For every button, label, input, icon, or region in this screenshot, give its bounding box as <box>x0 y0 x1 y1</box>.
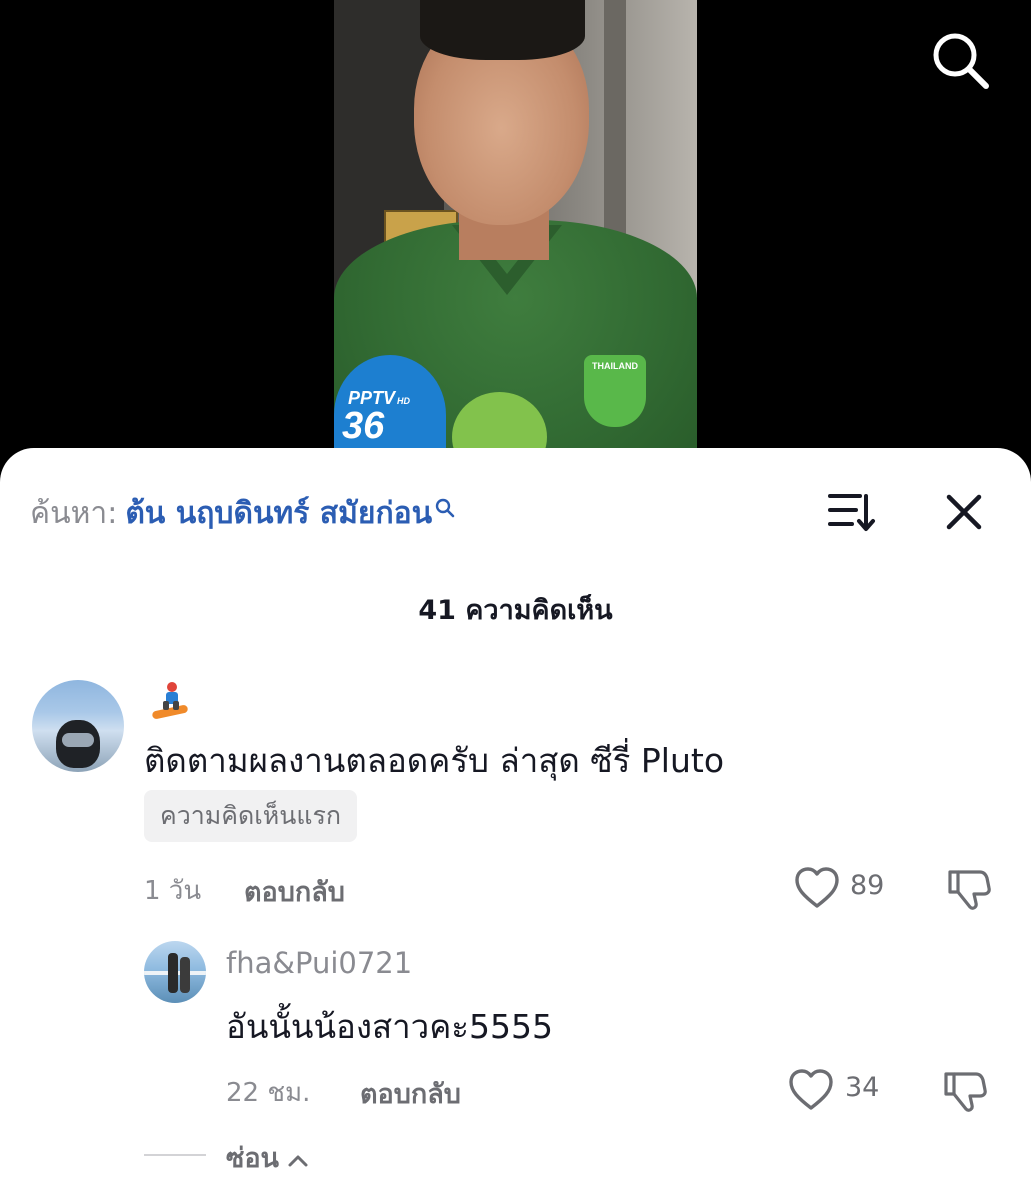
comment-time: 22 ชม. <box>226 1078 311 1108</box>
like-button[interactable] <box>794 866 840 910</box>
comment-username[interactable]: fha&Pui0721 <box>226 946 412 980</box>
hide-replies-label: ซ่อน <box>226 1143 279 1174</box>
hide-replies-divider <box>144 1154 206 1156</box>
like-button[interactable] <box>788 1068 834 1112</box>
person-hair <box>420 0 585 60</box>
comment-username[interactable]: 🏂 <box>150 680 190 724</box>
dislike-button[interactable] <box>946 866 992 910</box>
sheet-header: ค้นหา: ต้น นฤบดินทร์ สมัยก่อน <box>0 448 1031 573</box>
avatar[interactable] <box>32 680 124 772</box>
thumbs-down-icon <box>948 870 991 910</box>
like-count: 89 <box>850 870 885 901</box>
comment-time: 1 วัน <box>144 876 202 906</box>
video-background-pillar <box>604 0 626 260</box>
close-icon <box>946 494 982 530</box>
chevron-up-icon <box>287 1144 309 1175</box>
avatar-person <box>168 953 178 993</box>
related-search[interactable]: ค้นหา: ต้น นฤบดินทร์ สมัยก่อน <box>30 490 456 537</box>
reply-button[interactable]: ตอบกลับ <box>244 870 345 913</box>
shirt-badge-text: THAILAND <box>592 361 638 371</box>
small-search-icon <box>434 492 456 527</box>
first-comment-badge: ความคิดเห็นแรก <box>144 790 358 842</box>
video-area[interactable]: THAILAND PPTV HD 36 <box>0 0 1031 470</box>
avatar[interactable] <box>144 941 206 1003</box>
sort-button[interactable] <box>826 490 876 534</box>
snowboarder-emoji-icon <box>152 682 188 719</box>
heart-icon <box>795 867 839 908</box>
sort-icon <box>828 494 875 531</box>
microphone-brand-sub: HD <box>397 396 411 406</box>
comment-count: 41 ความคิดเห็น <box>418 595 613 626</box>
comment-text: ติดตามผลงานตลอดครับ ล่าสุด ซีรี่ Pluto <box>144 741 725 780</box>
heart-icon <box>789 1069 833 1110</box>
related-search-prefix: ค้นหา: <box>30 496 118 531</box>
search-icon <box>933 33 989 89</box>
comment-sheet: ค้นหา: ต้น นฤบดินทร์ สมัยก่อน 41 ความคิดเ… <box>0 448 1031 1200</box>
microphone-channel: 36 <box>342 405 385 447</box>
reply-button[interactable]: ตอบกลับ <box>360 1072 461 1115</box>
avatar-person <box>180 957 190 993</box>
avatar-goggles <box>62 733 94 747</box>
like-count: 34 <box>845 1072 880 1103</box>
shirt-badge: THAILAND <box>584 355 646 427</box>
comment-text: อันนั้นน้องสาวคะ5555 <box>226 1007 553 1046</box>
dislike-button[interactable] <box>942 1068 988 1112</box>
search-button[interactable] <box>930 30 990 90</box>
close-button[interactable] <box>942 490 986 534</box>
video-frame[interactable]: THAILAND PPTV HD 36 <box>334 0 697 470</box>
hide-replies-button[interactable]: ซ่อน <box>226 1136 309 1179</box>
related-search-term[interactable]: ต้น นฤบดินทร์ สมัยก่อน <box>125 496 432 531</box>
thumbs-down-icon <box>944 1072 987 1112</box>
